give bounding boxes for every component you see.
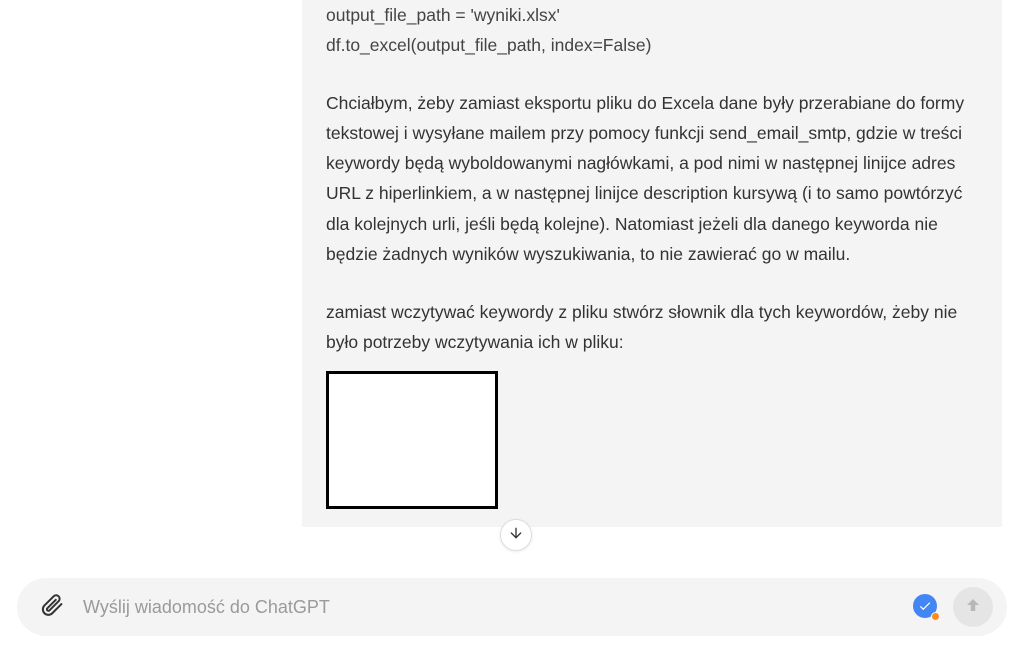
chat-area: output_file_path = 'wyniki.xlsx' df.to_e… bbox=[0, 0, 1024, 580]
scroll-to-bottom-button[interactable] bbox=[500, 519, 532, 551]
code-line: df.to_excel(output_file_path, index=Fals… bbox=[326, 30, 978, 60]
message-paragraph: zamiast wczytywać keywordy z pliku stwór… bbox=[326, 297, 978, 357]
notification-dot-icon bbox=[931, 612, 940, 621]
attach-button[interactable] bbox=[35, 590, 69, 624]
attached-image-placeholder[interactable] bbox=[326, 371, 498, 509]
composer-bar: Wyślij wiadomość do ChatGPT bbox=[17, 578, 1007, 636]
arrow-up-icon bbox=[964, 596, 982, 619]
status-badge-button[interactable] bbox=[913, 594, 939, 620]
message-paragraph: Chciałbym, żeby zamiast eksportu pliku d… bbox=[326, 88, 978, 269]
code-line: output_file_path = 'wyniki.xlsx' bbox=[326, 0, 978, 30]
attachment-icon bbox=[40, 593, 64, 622]
composer-input[interactable]: Wyślij wiadomość do ChatGPT bbox=[83, 597, 913, 618]
send-button[interactable] bbox=[953, 587, 993, 627]
user-message: output_file_path = 'wyniki.xlsx' df.to_e… bbox=[302, 0, 1002, 527]
arrow-down-icon bbox=[508, 525, 524, 546]
message-bubble: output_file_path = 'wyniki.xlsx' df.to_e… bbox=[302, 0, 1002, 527]
